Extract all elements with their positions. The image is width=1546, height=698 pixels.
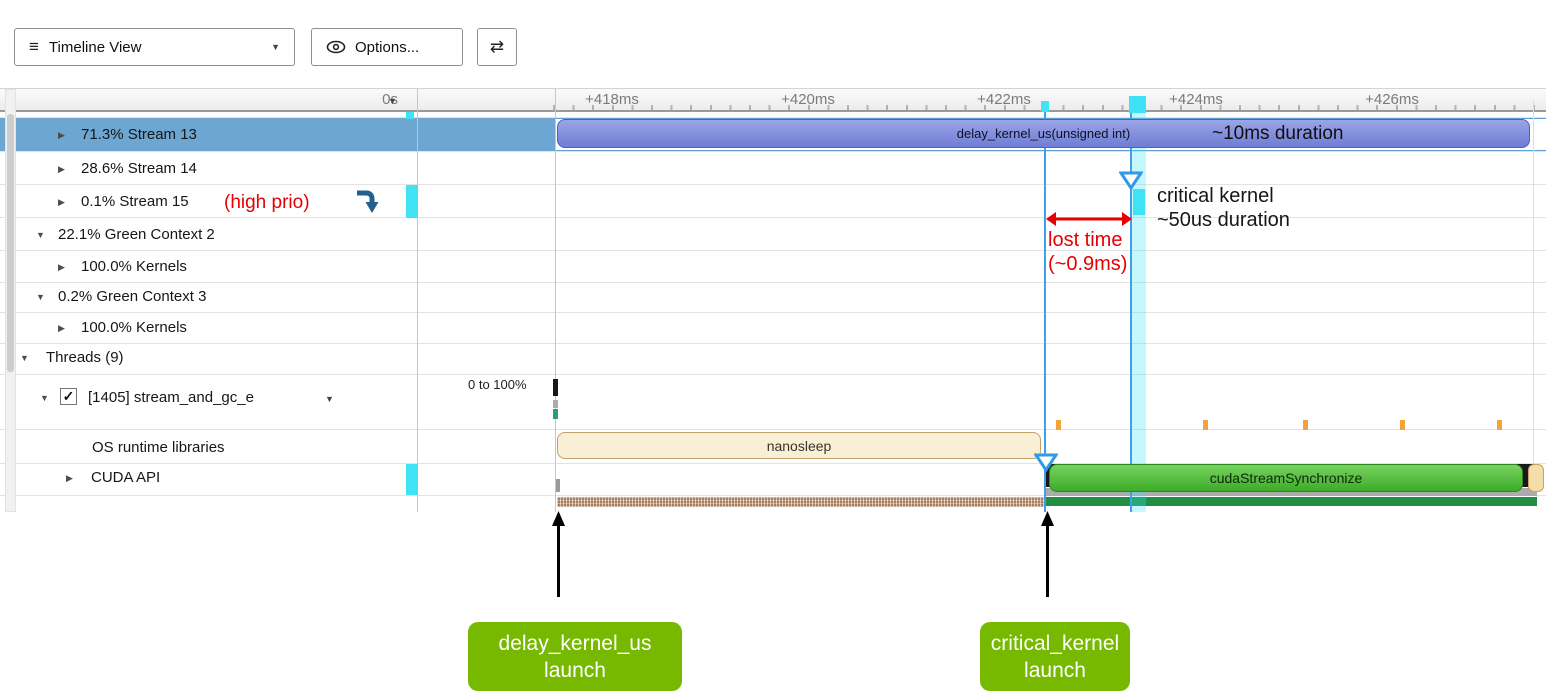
swap-rows-button[interactable]: ⇄ [477, 28, 517, 66]
chevron-down-icon: ▼ [271, 42, 280, 52]
hamburger-icon: ≡ [29, 37, 39, 57]
event-tick[interactable] [1400, 420, 1405, 430]
row-separator [0, 282, 1546, 283]
expand-arrow-icon[interactable]: ▶ [58, 197, 65, 208]
vertical-scrollbar-thumb[interactable] [7, 114, 14, 372]
event-tick[interactable] [1497, 420, 1502, 430]
selection-cyan-chip [406, 464, 418, 495]
delay-kernel-launch-callout: delay_kernel_us launch [468, 622, 682, 691]
row-label: OS runtime libraries [92, 439, 225, 456]
collapse-arrow-icon[interactable]: ▼ [36, 292, 45, 302]
timeline-marker-line[interactable] [1044, 101, 1046, 512]
time-ruler[interactable]: 0s ▼ +418ms +420ms +422ms +424ms +426ms [0, 89, 1546, 112]
cuda-sync-label: cudaStreamSynchronize [1210, 470, 1363, 486]
high-prio-annotation: (high prio) [224, 192, 310, 214]
vertical-scrollbar-track[interactable] [5, 89, 16, 512]
row-label: 100.0% Kernels [81, 319, 187, 336]
highlight-band [1131, 96, 1146, 512]
event-start-marker-icon[interactable] [1119, 171, 1143, 195]
sidebar-divider[interactable] [417, 89, 418, 512]
row-label: [1405] stream_and_gc_e [88, 389, 254, 406]
cpu-usage-fragment [553, 379, 558, 396]
row-label: 0.2% Green Context 3 [58, 288, 206, 305]
row-label: 71.3% Stream 13 [81, 126, 197, 143]
collapse-arrow-icon[interactable]: ▼ [20, 353, 29, 363]
critical-kernel-annotation: critical kernel ~50us duration [1157, 184, 1290, 232]
cuda-sync-event-bar[interactable]: cudaStreamSynchronize [1049, 464, 1523, 492]
row-label: CUDA API [91, 469, 160, 486]
check-icon: ✓ [63, 388, 75, 405]
row-separator [0, 312, 1546, 313]
critical-kernel-launch-callout: critical_kernel launch [980, 622, 1130, 691]
capture-end-line [1533, 100, 1534, 495]
ruler-minor-ticks [553, 105, 1546, 110]
highlight-band-cap [1129, 96, 1146, 113]
collapse-arrow-icon[interactable]: ▼ [40, 393, 49, 403]
thread-state-fragment [553, 409, 558, 419]
cpu-meter-range-label: 0 to 100% [468, 377, 527, 392]
eye-icon [326, 40, 346, 54]
timeline-marker-line[interactable] [1130, 101, 1132, 512]
row-label: 22.1% Green Context 2 [58, 226, 215, 243]
lost-time-line1: lost time [1048, 228, 1127, 252]
expand-arrow-icon[interactable]: ▶ [58, 323, 65, 334]
kernel-event-label: delay_kernel_us(unsigned int) [957, 126, 1130, 141]
row-separator [0, 343, 1546, 344]
options-label: Options... [355, 39, 419, 56]
kernel-event-bar[interactable]: delay_kernel_us(unsigned int) [557, 119, 1530, 148]
row-separator [0, 217, 1546, 218]
callout-line2: launch [544, 657, 606, 684]
event-start-marker-icon[interactable] [1034, 453, 1058, 477]
row-separator [0, 184, 1546, 185]
lost-time-line2: (~0.9ms) [1048, 252, 1127, 276]
timeline-view-label: Timeline View [49, 39, 142, 56]
cpu-usage-fragment [553, 400, 558, 408]
next-api-event-bar[interactable] [1528, 464, 1544, 492]
expand-arrow-icon[interactable]: ▶ [58, 164, 65, 175]
callout-line1: critical_kernel [991, 630, 1119, 657]
timeline-view-dropdown[interactable]: ≡ Timeline View ▼ [14, 28, 295, 66]
cuda-launch-tick[interactable] [556, 479, 560, 492]
row-label: Threads (9) [46, 349, 124, 366]
lost-time-annotation: lost time (~0.9ms) [1048, 228, 1127, 276]
row-label: 0.1% Stream 15 [81, 193, 189, 210]
row-label: 100.0% Kernels [81, 258, 187, 275]
collapse-arrow-icon[interactable]: ▼ [36, 230, 45, 240]
critical-kernel-line1: critical kernel [1157, 184, 1290, 208]
thread-state-sleeping-bar[interactable] [557, 497, 1044, 507]
options-button[interactable]: Options... [311, 28, 463, 66]
row-separator [0, 250, 1546, 251]
thread-checkbox[interactable]: ✓ [60, 388, 77, 405]
selection-cyan-chip-small [406, 112, 414, 119]
up-arrow [1039, 511, 1056, 604]
callout-line2: launch [1024, 657, 1086, 684]
expand-arrow-icon[interactable]: ▶ [58, 262, 65, 273]
event-tick[interactable] [1303, 420, 1308, 430]
event-tick[interactable] [1056, 420, 1061, 430]
thread-state-running-bar[interactable] [1044, 497, 1537, 506]
event-tick[interactable] [1203, 420, 1208, 430]
timeline-marker-cap [1041, 101, 1049, 112]
selection-cyan-chip [406, 185, 418, 218]
nanosleep-label: nanosleep [767, 438, 832, 454]
row-separator [0, 429, 1546, 430]
row-separator [0, 374, 1546, 375]
swap-icon: ⇄ [490, 37, 504, 57]
nsight-timeline-window: ≡ Timeline View ▼ Options... ⇄ 0s ▼ +418… [0, 0, 1546, 698]
callout-line1: delay_kernel_us [499, 630, 652, 657]
critical-kernel-line2: ~50us duration [1157, 208, 1290, 232]
row-separator [0, 117, 1546, 118]
up-arrow [550, 511, 567, 604]
thread-row-caret-icon[interactable]: ▼ [325, 394, 334, 404]
timeline-divider[interactable] [555, 89, 556, 512]
row-separator [0, 151, 1546, 152]
nanosleep-event-bar[interactable]: nanosleep [557, 432, 1041, 459]
expand-arrow-icon[interactable]: ▶ [66, 473, 73, 484]
expand-arrow-icon[interactable]: ▶ [58, 130, 65, 141]
kernel-duration-annotation: ~10ms duration [1212, 123, 1344, 145]
bent-down-arrow-icon [355, 188, 379, 219]
row-label: 28.6% Stream 14 [81, 160, 197, 177]
ruler-origin-caret-icon[interactable]: ▼ [388, 96, 397, 106]
